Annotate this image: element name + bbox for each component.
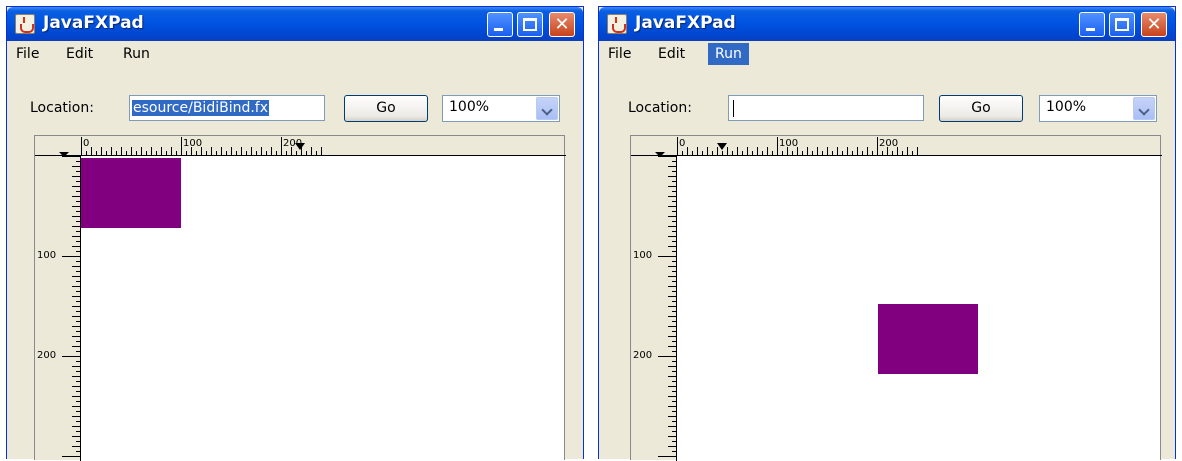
- menu-run[interactable]: Run: [708, 43, 749, 65]
- menu-file-label: File: [16, 46, 40, 62]
- javafxpad-window-left: JavaFXPad ✕ File Edit Run Location: esou…: [6, 6, 584, 461]
- ruler-label: 200: [37, 350, 56, 361]
- minimize-button[interactable]: [487, 12, 513, 37]
- ruler-label: 0: [679, 138, 685, 149]
- menu-edit-label: Edit: [658, 46, 686, 62]
- close-button[interactable]: ✕: [549, 12, 575, 37]
- close-button[interactable]: ✕: [1141, 12, 1167, 37]
- zoom-value: 100%: [1046, 99, 1087, 115]
- menu-edit[interactable]: Edit: [59, 43, 100, 65]
- menu-edit[interactable]: Edit: [651, 43, 692, 65]
- ruler-label: 100: [37, 250, 56, 261]
- close-icon: ✕: [1146, 14, 1162, 35]
- minimize-icon: [494, 28, 503, 31]
- close-icon: ✕: [554, 14, 570, 35]
- title-bar[interactable]: JavaFXPad ✕: [599, 7, 1175, 41]
- ruler-label: 100: [779, 138, 798, 149]
- maximize-button[interactable]: [1109, 12, 1135, 37]
- purple-square[interactable]: [878, 304, 978, 374]
- java-app-icon: [15, 14, 35, 34]
- canvas-frame: 0 100 200 100 200: [34, 135, 566, 461]
- text-caret: [733, 99, 734, 117]
- window-title: JavaFXPad: [635, 13, 736, 33]
- java-app-icon: [607, 14, 627, 34]
- location-input[interactable]: [728, 95, 924, 121]
- menu-bar: File Edit Run: [599, 41, 1175, 67]
- window-title: JavaFXPad: [43, 13, 144, 33]
- menu-file[interactable]: File: [9, 43, 46, 65]
- maximize-button[interactable]: [517, 12, 543, 37]
- maximize-icon: [1115, 18, 1129, 31]
- menu-run[interactable]: Run: [116, 43, 157, 65]
- minimize-icon: [1086, 28, 1095, 31]
- zoom-select[interactable]: 100%: [1039, 95, 1157, 122]
- ruler-label: 0: [83, 138, 89, 149]
- menu-file-label: File: [608, 46, 632, 62]
- go-button[interactable]: Go: [344, 95, 428, 122]
- zoom-value: 100%: [449, 99, 490, 115]
- javafxpad-window-right: JavaFXPad ✕ File Edit Run Location: Go 1…: [598, 6, 1176, 461]
- ruler-label: 200: [879, 138, 898, 149]
- maximize-icon: [523, 18, 537, 31]
- go-button[interactable]: Go: [939, 95, 1023, 122]
- menu-run-label: Run: [123, 46, 150, 62]
- menu-run-label: Run: [715, 46, 742, 62]
- menu-file[interactable]: File: [601, 43, 638, 65]
- minimize-button[interactable]: [1079, 12, 1105, 37]
- ruler-marker[interactable]: [717, 143, 727, 150]
- chevron-down-icon[interactable]: [1133, 97, 1155, 120]
- location-input[interactable]: esource/BidiBind.fx: [129, 95, 325, 121]
- location-label: Location:: [30, 100, 94, 116]
- menu-bar: File Edit Run: [7, 41, 583, 67]
- menu-edit-label: Edit: [66, 46, 94, 62]
- vertical-ruler: 100 200: [37, 152, 81, 461]
- location-label: Location:: [628, 100, 692, 116]
- zoom-select[interactable]: 100%: [442, 95, 560, 122]
- ruler-label: 200: [633, 350, 652, 361]
- chevron-down-icon[interactable]: [536, 97, 558, 120]
- horizontal-ruler: 0 100 200: [631, 137, 1162, 156]
- ruler-label: 100: [183, 138, 202, 149]
- title-bar[interactable]: JavaFXPad ✕: [7, 7, 583, 41]
- canvas-frame: 0 100 200 100 200: [630, 135, 1162, 461]
- vertical-ruler: 100 200: [633, 152, 677, 461]
- ruler-label: 100: [633, 250, 652, 261]
- horizontal-ruler: 0 100 200: [35, 137, 566, 156]
- location-input-text: esource/BidiBind.fx: [132, 100, 270, 116]
- purple-square[interactable]: [81, 158, 181, 228]
